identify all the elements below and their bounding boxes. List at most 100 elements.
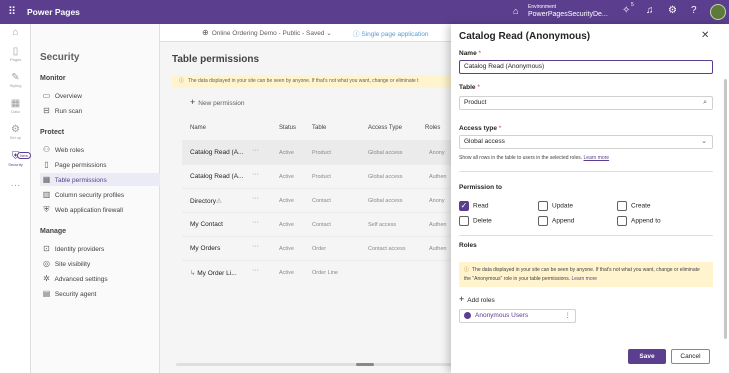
table-label: Table *	[459, 84, 480, 91]
divider	[459, 235, 713, 236]
warning-banner: ⓘ The data displayed in your site can be …	[172, 75, 462, 88]
sidenav-title: Security	[40, 52, 80, 63]
table-row[interactable]: Catalog Read (A... ··· Active Product Gl…	[182, 140, 462, 164]
nav-item-site-visibility[interactable]: ◎ Site visibility	[40, 257, 160, 270]
section-protect: Protect	[40, 129, 65, 136]
cancel-button[interactable]: Cancel	[671, 349, 710, 364]
nav-item-column-security[interactable]: ▥ Column security profiles	[40, 188, 160, 201]
column-header-roles[interactable]: Roles	[425, 125, 440, 131]
nav-item-identity-providers[interactable]: ⊡ Identity providers	[40, 242, 160, 255]
warning-icon: ⚠	[216, 198, 222, 205]
table-row[interactable]: Directory⚠ ··· Active Contact Global acc…	[182, 188, 462, 212]
site-status[interactable]: ⊕ Online Ordering Demo - Public - Saved ⌄	[202, 28, 332, 37]
learn-more-link[interactable]: Learn more	[572, 276, 598, 282]
single-page-app-link[interactable]: ⓘ Single page application	[353, 28, 429, 38]
horizontal-scrollbar[interactable]	[176, 363, 456, 366]
role-chip[interactable]: Anonymous Users ⋮	[459, 309, 576, 323]
setup-icon: ⚙	[11, 124, 20, 135]
create-checkbox[interactable]: Create	[617, 201, 651, 212]
overview-icon: ▭	[42, 91, 51, 100]
section-monitor: Monitor	[40, 75, 66, 82]
add-roles-button[interactable]: + Add roles	[459, 294, 495, 304]
warning-icon: ⓘ	[464, 267, 470, 273]
nav-item-web-app-firewall[interactable]: ⛨ Web application firewall	[40, 203, 160, 216]
more-options-icon[interactable]: ⋮	[565, 310, 572, 322]
column-header-name[interactable]: Name	[190, 125, 206, 131]
nav-item-web-roles[interactable]: ⚇ Web roles	[40, 143, 160, 156]
rail-item-setup[interactable]: ⚙ Set up	[0, 124, 31, 140]
column-header-status[interactable]: Status	[279, 125, 296, 131]
table-field[interactable]: Product ⌕	[459, 96, 713, 110]
chevron-down-icon: ⌄	[701, 138, 707, 145]
more-options-icon[interactable]: ···	[252, 195, 259, 202]
more-options-icon[interactable]: ···	[252, 243, 259, 250]
nav-item-advanced-settings[interactable]: ✲ Advanced settings	[40, 272, 160, 285]
more-options-icon[interactable]: ···	[252, 267, 259, 274]
app-launcher-icon[interactable]: ⠿	[8, 6, 16, 18]
agent-icon: ▤	[42, 289, 51, 298]
globe-icon: ⊕	[202, 28, 209, 37]
vertical-scrollbar[interactable]	[724, 79, 727, 339]
access-type-dropdown[interactable]: Global access ⌄	[459, 135, 713, 149]
rail-item-data[interactable]: ▦ Data	[0, 98, 31, 114]
update-checkbox[interactable]: Update	[538, 201, 573, 212]
nav-item-table-permissions[interactable]: ▦ Table permissions	[40, 173, 160, 186]
copilot-icon[interactable]: ✧	[622, 5, 630, 16]
nav-item-security-agent[interactable]: ▤ Security agent	[40, 287, 160, 300]
table-row[interactable]: ↳ My Order Li... ··· Active Order Line	[182, 260, 462, 284]
identity-icon: ⊡	[43, 244, 50, 253]
bell-icon[interactable]: ♫	[646, 5, 654, 16]
gear-icon[interactable]: ⚙	[668, 5, 677, 16]
append-checkbox[interactable]: Append	[538, 216, 574, 227]
home-icon[interactable]: ⌂	[0, 27, 31, 38]
learn-more-link[interactable]: Learn more	[584, 155, 610, 161]
security-sidenav: Security Monitor ▭ Overview ⊟ Run scan P…	[31, 24, 160, 373]
table-row[interactable]: My Contact ··· Active Contact Self acces…	[182, 212, 462, 236]
page-lock-icon: ▯	[44, 160, 49, 169]
roles-warning: ⓘ The data displayed in your site can be …	[459, 262, 713, 287]
help-icon[interactable]: ?	[691, 5, 697, 16]
new-badge: New	[17, 152, 32, 159]
firewall-icon: ⛨	[43, 205, 50, 214]
search-icon: ⌕	[703, 99, 707, 106]
new-permission-button[interactable]: + New permission	[190, 97, 245, 107]
nav-item-page-permissions[interactable]: ▯ Page permissions	[40, 158, 160, 171]
more-icon[interactable]: ···	[0, 180, 31, 191]
brand-title[interactable]: Power Pages	[27, 7, 80, 17]
access-type-label: Access type *	[459, 125, 502, 132]
more-options-icon[interactable]: ···	[252, 147, 259, 154]
close-icon[interactable]: ✕	[701, 30, 709, 41]
delete-checkbox[interactable]: Delete	[459, 216, 492, 227]
nav-item-overview[interactable]: ▭ Overview	[40, 89, 160, 102]
scrollbar-thumb[interactable]	[356, 363, 374, 366]
avatar[interactable]	[710, 4, 726, 20]
column-header-table[interactable]: Table	[312, 125, 326, 131]
chevron-down-icon: ⌄	[326, 30, 332, 37]
append-to-checkbox[interactable]: Append to	[617, 216, 661, 227]
table-row[interactable]: My Orders ··· Active Order Contact acces…	[182, 236, 462, 260]
environment-picker[interactable]: Environment PowerPagesSecurityDe...	[528, 3, 608, 19]
rail-item-styling[interactable]: ✎ Styling	[0, 72, 31, 88]
table-lock-icon: ▦	[42, 175, 51, 184]
environment-label: Environment	[528, 4, 557, 10]
environment-icon: ⌂	[513, 6, 519, 16]
role-icon	[464, 311, 471, 319]
column-header-access-type[interactable]: Access Type	[368, 125, 402, 131]
save-button[interactable]: Save	[628, 349, 666, 364]
divider	[459, 171, 713, 172]
rail-item-pages[interactable]: ▯ Pages	[0, 46, 31, 62]
access-help-text: Show all rows in the table to users in t…	[459, 155, 610, 161]
notification-count: 5	[631, 2, 634, 8]
more-options-icon[interactable]: ···	[252, 219, 259, 226]
more-options-icon[interactable]: ···	[252, 171, 259, 178]
table-row[interactable]: Catalog Read (A... ··· Active Product Gl…	[182, 164, 462, 188]
warning-icon: ⓘ	[179, 78, 185, 84]
permission-panel: Catalog Read (Anonymous) ✕ Name * Catalo…	[451, 24, 729, 373]
nav-item-run-scan[interactable]: ⊟ Run scan	[40, 104, 160, 117]
name-field[interactable]: Catalog Read (Anonymous)	[459, 60, 713, 74]
read-checkbox[interactable]: ✓ Read	[459, 201, 489, 212]
scan-icon: ⊟	[43, 106, 50, 115]
info-icon: ⓘ	[353, 31, 360, 38]
pages-icon: ▯	[12, 46, 19, 57]
left-rail: ⌂ ▯ Pages ✎ Styling ▦ Data ⚙ Set up ⛨ Securit…	[0, 24, 32, 373]
